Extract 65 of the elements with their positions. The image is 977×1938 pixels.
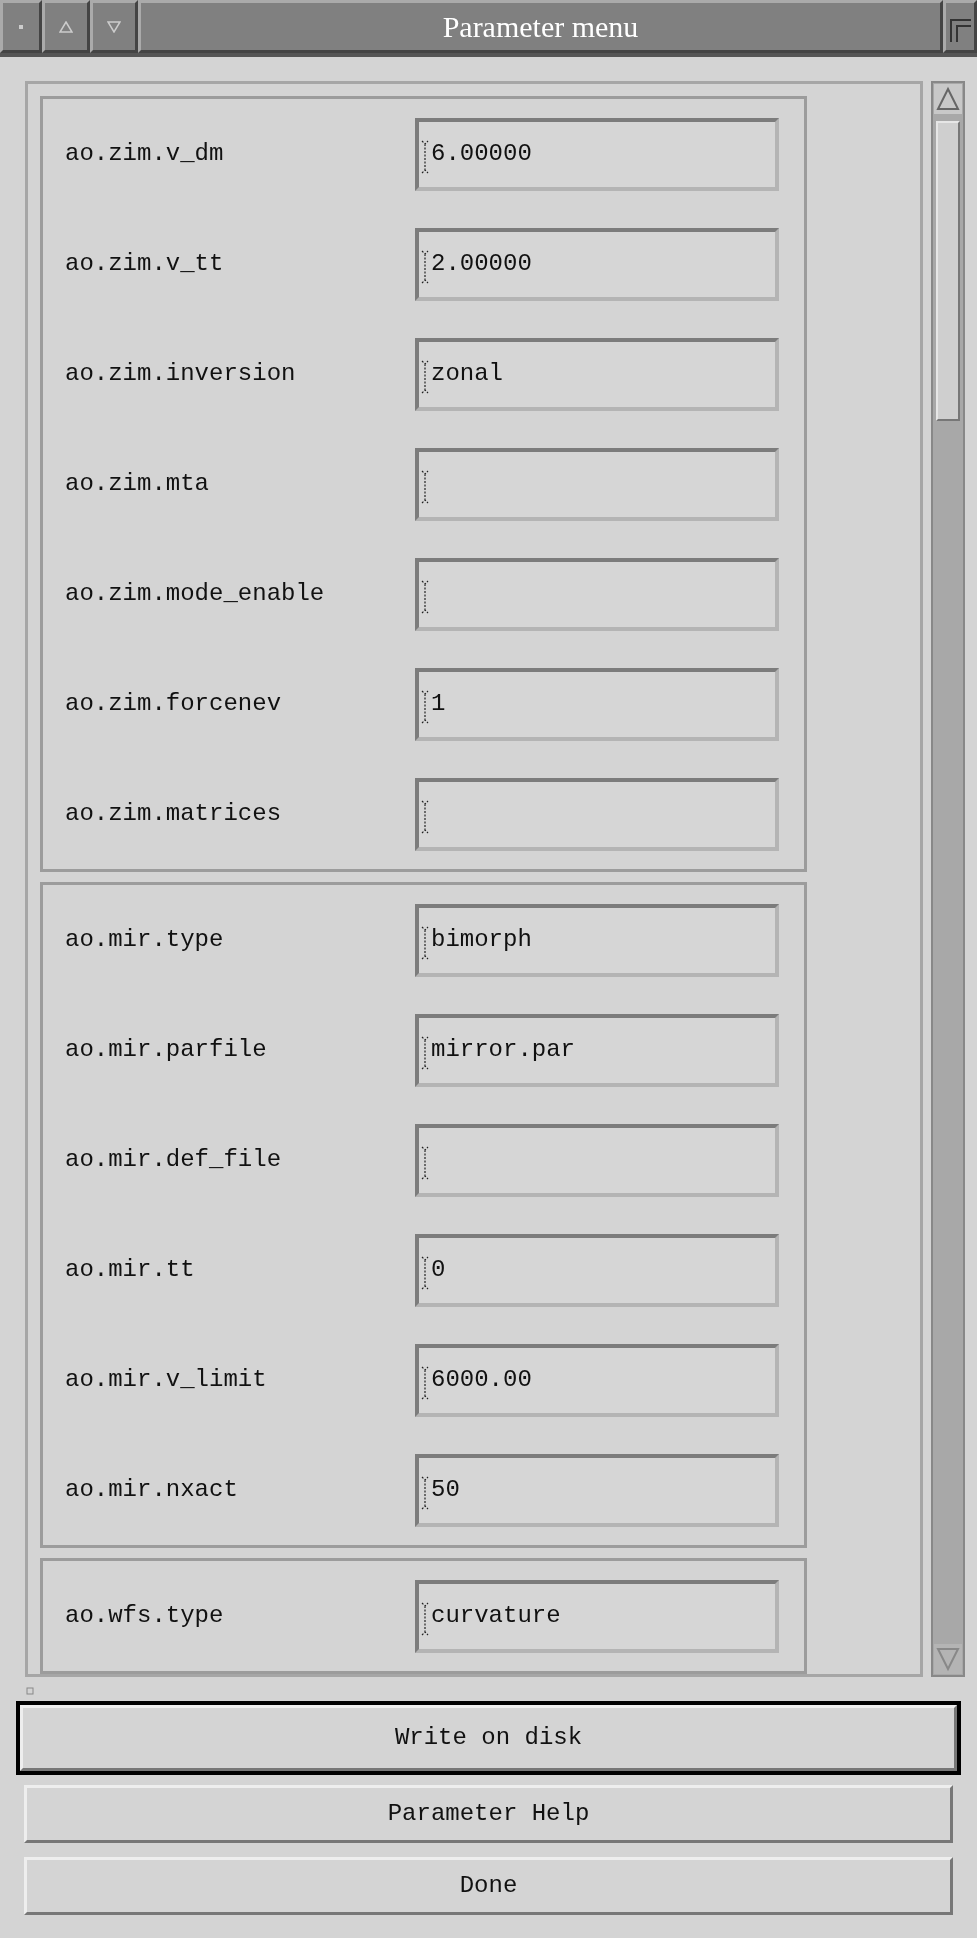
text-cursor-icon (421, 1035, 429, 1070)
text-cursor-icon (421, 1145, 429, 1180)
parameter-label: ao.zim.mta (64, 469, 211, 499)
text-cursor-icon (421, 799, 429, 834)
parameter-field[interactable]: 0 (415, 1233, 779, 1307)
text-cursor-icon (421, 925, 429, 960)
parameter-field[interactable] (415, 1123, 779, 1197)
text-cursor-icon (421, 1365, 429, 1400)
text-cursor-icon (421, 249, 429, 284)
field-value: curvature (431, 1601, 561, 1631)
triangle-down-icon (107, 20, 121, 33)
parameter-field[interactable]: mirror.par (415, 1013, 779, 1087)
field-value: 0 (431, 1255, 446, 1285)
parameter-label: ao.mir.v_limit (64, 1365, 268, 1395)
field-value: 6.00000 (431, 139, 532, 169)
scrollbar[interactable] (931, 81, 965, 1677)
parameter-label: ao.zim.forcenev (64, 689, 283, 719)
parameter-label: ao.zim.inversion (64, 359, 297, 389)
text-cursor-icon (421, 579, 429, 614)
parameter-label: ao.zim.v_dm (64, 139, 225, 169)
field-value: 1 (431, 689, 446, 719)
parameter-field[interactable]: bimorph (415, 903, 779, 977)
text-cursor-icon (421, 359, 429, 394)
triangle-up-icon (59, 20, 73, 33)
parameter-label: ao.mir.nxact (64, 1475, 239, 1505)
parameter-field[interactable]: 6000.00 (415, 1343, 779, 1417)
field-value: zonal (431, 359, 503, 389)
window-menu-button[interactable] (0, 0, 42, 53)
parameter-label: ao.mir.def_file (64, 1145, 283, 1175)
field-value: bimorph (431, 925, 532, 955)
parameter-label: ao.wfs.type (64, 1601, 225, 1631)
parameter-field[interactable]: 6.00000 (415, 117, 779, 191)
field-value: mirror.par (431, 1035, 576, 1065)
parameter-label: ao.zim.mode_enable (64, 579, 326, 609)
parameter-field[interactable]: 50 (415, 1453, 779, 1527)
parameter-label: ao.zim.matrices (64, 799, 283, 829)
action-button[interactable]: Parameter Help (24, 1785, 953, 1843)
parameter-field[interactable]: 1 (415, 667, 779, 741)
parameter-field[interactable] (415, 777, 779, 851)
parameter-field[interactable] (415, 447, 779, 521)
scroll-thumb[interactable] (936, 121, 960, 421)
parameter-field[interactable]: curvature (415, 1579, 779, 1653)
field-value: 2.00000 (431, 249, 532, 279)
text-cursor-icon (421, 1601, 429, 1636)
parameter-label: ao.mir.parfile (64, 1035, 268, 1065)
parameter-label: ao.mir.tt (64, 1255, 196, 1285)
text-cursor-icon (421, 1255, 429, 1290)
window-title: Parameter menu (442, 9, 639, 45)
raise-button[interactable] (42, 0, 90, 53)
text-cursor-icon (421, 1475, 429, 1510)
grip-icon (26, 1687, 34, 1695)
parameter-field[interactable]: zonal (415, 337, 779, 411)
scroll-up-icon[interactable] (933, 83, 963, 115)
parameter-label: ao.zim.v_tt (64, 249, 225, 279)
field-value: 6000.00 (431, 1365, 532, 1395)
action-button[interactable]: Done (24, 1857, 953, 1915)
field-value: 50 (431, 1475, 460, 1505)
text-cursor-icon (421, 469, 429, 504)
parameter-field[interactable] (415, 557, 779, 631)
parameter-label: ao.mir.type (64, 925, 225, 955)
text-cursor-icon (421, 139, 429, 174)
text-cursor-icon (421, 689, 429, 724)
lower-button[interactable] (90, 0, 138, 53)
resize-button[interactable] (943, 0, 977, 53)
parameter-field[interactable]: 2.00000 (415, 227, 779, 301)
